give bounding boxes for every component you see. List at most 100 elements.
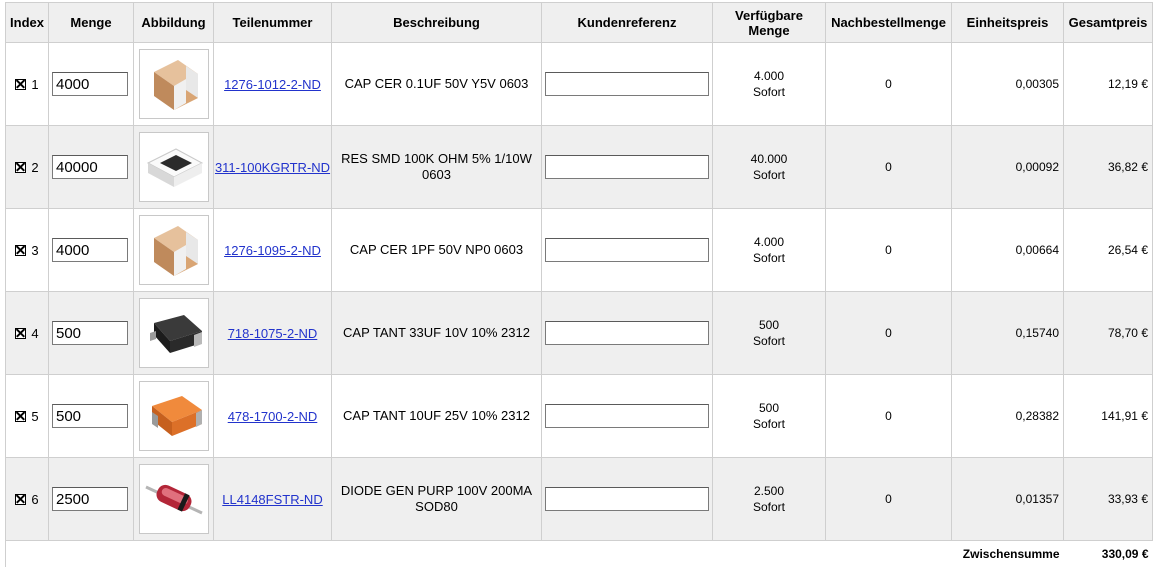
customer-reference-cell (542, 375, 713, 458)
header-available-line1: Verfügbare (735, 8, 803, 23)
index-cell: 6 (6, 458, 49, 541)
backorder-quantity-cell: 0 (826, 43, 952, 126)
available-quantity-cell: 4.000Sofort (713, 209, 826, 292)
description-cell: CAP CER 1PF 50V NP0 0603 (332, 209, 542, 292)
backorder-quantity-cell: 0 (826, 209, 952, 292)
customer-reference-input[interactable] (545, 238, 709, 262)
image-cell (134, 209, 214, 292)
header-unit-price[interactable]: Einheitspreis (952, 3, 1064, 43)
customer-reference-cell (542, 292, 713, 375)
quantity-cell (49, 458, 134, 541)
index-cell: 4 (6, 292, 49, 375)
customer-reference-input[interactable] (545, 72, 709, 96)
part-number-link[interactable]: 718-1075-2-ND (228, 326, 318, 341)
table-row: 2 311-100KGRTR-ND RES SMD 100K OHM 5% 1/… (6, 126, 1153, 209)
backorder-quantity-cell: 0 (826, 458, 952, 541)
tantalum-capacitor-black-icon (140, 299, 208, 367)
available-quantity-cell: 500 Sofort (713, 375, 826, 458)
part-number-cell: 718-1075-2-ND (214, 292, 332, 375)
product-thumbnail[interactable] (139, 464, 209, 534)
available-status: Sofort (753, 500, 785, 514)
header-quantity[interactable]: Menge (49, 3, 134, 43)
header-index[interactable]: Index (6, 3, 49, 43)
part-number-link[interactable]: 1276-1012-2-ND (224, 77, 321, 92)
product-thumbnail[interactable] (139, 49, 209, 119)
product-thumbnail[interactable] (139, 381, 209, 451)
header-part-number[interactable]: Teilenummer (214, 3, 332, 43)
unit-price-cell: 0,28382 (952, 375, 1064, 458)
table-row: 5 478-1700-2-ND CAP TANT 10UF 25V 10% 23… (6, 375, 1153, 458)
remove-item-checkbox[interactable] (15, 494, 26, 505)
part-number-cell: LL4148FSTR-ND (214, 458, 332, 541)
total-price-cell: 78,70 € (1064, 292, 1153, 375)
quantity-input[interactable] (52, 404, 128, 428)
quantity-input[interactable] (52, 72, 128, 96)
part-number-link[interactable]: 478-1700-2-ND (228, 409, 318, 424)
description-cell: CAP TANT 33UF 10V 10% 2312 (332, 292, 542, 375)
total-price-cell: 36,82 € (1064, 126, 1153, 209)
available-quantity-cell: 500Sofort (713, 292, 826, 375)
quantity-cell (49, 375, 134, 458)
quantity-cell (49, 43, 134, 126)
header-total-price[interactable]: Gesamtpreis (1064, 3, 1153, 43)
customer-reference-input[interactable] (545, 487, 709, 511)
header-description[interactable]: Beschreibung (332, 3, 542, 43)
image-cell (134, 375, 214, 458)
smd-resistor-icon (140, 133, 208, 201)
remove-item-checkbox[interactable] (15, 411, 26, 422)
available-status: Sofort (753, 417, 785, 431)
subtotal-label: Zwischensumme (952, 541, 1064, 567)
customer-reference-input[interactable] (545, 155, 709, 179)
quantity-input[interactable] (52, 238, 128, 262)
total-price-cell: 33,93 € (1064, 458, 1153, 541)
customer-reference-input[interactable] (545, 404, 709, 428)
product-thumbnail[interactable] (139, 215, 209, 285)
remove-item-checkbox[interactable] (15, 162, 26, 173)
image-cell (134, 43, 214, 126)
subtotal-spacer (6, 541, 952, 567)
quantity-input[interactable] (52, 487, 128, 511)
description-cell: DIODE GEN PURP 100V 200MA SOD80 (332, 458, 542, 541)
quantity-cell (49, 126, 134, 209)
customer-reference-cell (542, 209, 713, 292)
image-cell (134, 458, 214, 541)
index-cell: 3 (6, 209, 49, 292)
product-thumbnail[interactable] (139, 298, 209, 368)
available-qty-value: 4.000 (754, 69, 784, 83)
part-number-cell: 1276-1012-2-ND (214, 43, 332, 126)
quantity-input[interactable] (52, 321, 128, 345)
quantity-cell (49, 209, 134, 292)
table-row: 4 718-1075-2-ND CAP TANT 33UF 10V 10% 23… (6, 292, 1153, 375)
available-status: Sofort (753, 85, 785, 99)
row-index: 3 (31, 243, 38, 258)
index-cell: 2 (6, 126, 49, 209)
header-image: Abbildung (134, 3, 214, 43)
customer-reference-input[interactable] (545, 321, 709, 345)
total-price-cell: 12,19 € (1064, 43, 1153, 126)
unit-price-cell: 0,00305 (952, 43, 1064, 126)
unit-price-cell: 0,00664 (952, 209, 1064, 292)
part-number-cell: 311-100KGRTR-ND (214, 126, 332, 209)
part-number-link[interactable]: 311-100KGRTR-ND (215, 160, 330, 175)
part-number-link[interactable]: 1276-1095-2-ND (224, 243, 321, 258)
unit-price-cell: 0,15740 (952, 292, 1064, 375)
image-cell (134, 126, 214, 209)
backorder-quantity-cell: 0 (826, 375, 952, 458)
product-thumbnail[interactable] (139, 132, 209, 202)
ceramic-capacitor-icon (140, 50, 208, 118)
remove-item-checkbox[interactable] (15, 328, 26, 339)
available-qty-value: 500 (759, 401, 779, 415)
part-number-cell: 478-1700-2-ND (214, 375, 332, 458)
row-index: 1 (31, 77, 38, 92)
backorder-quantity-cell: 0 (826, 292, 952, 375)
table-row: 3 1276-1095-2-ND CAP CER 1PF 50V NP0 060… (6, 209, 1153, 292)
part-number-link[interactable]: LL4148FSTR-ND (222, 492, 322, 507)
available-qty-value: 500 (759, 318, 779, 332)
remove-item-checkbox[interactable] (15, 245, 26, 256)
row-index: 4 (31, 326, 38, 341)
header-available-quantity[interactable]: VerfügbareMenge (713, 3, 826, 43)
available-qty-value: 40.000 (751, 152, 788, 166)
remove-item-checkbox[interactable] (15, 79, 26, 90)
quantity-input[interactable] (52, 155, 128, 179)
index-cell: 5 (6, 375, 49, 458)
